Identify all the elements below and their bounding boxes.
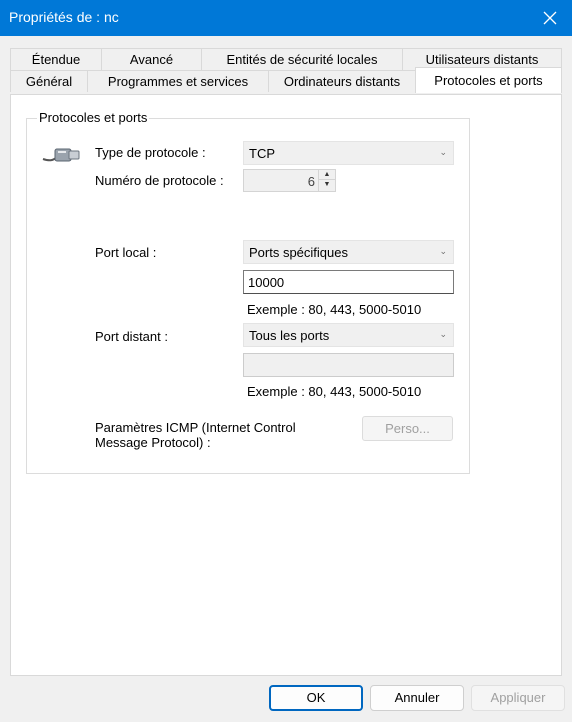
group-title: Protocoles et ports — [37, 110, 150, 125]
tab-protocoles-ports[interactable]: Protocoles et ports — [415, 67, 562, 93]
remote-port-example: Exemple : 80, 443, 5000-5010 — [247, 384, 422, 399]
close-icon — [543, 11, 557, 25]
chevron-down-icon: ⌄ — [439, 246, 447, 256]
icmp-label-line2: Message Protocol) : — [95, 435, 211, 450]
protocol-number-value: 6 — [307, 174, 315, 189]
tab-etendue[interactable]: Étendue — [10, 48, 102, 70]
protocol-type-label: Type de protocole : — [95, 145, 206, 160]
local-port-example: Exemple : 80, 443, 5000-5010 — [247, 302, 422, 317]
tab-programmes-services[interactable]: Programmes et services — [87, 70, 269, 92]
tab-row-bottom: Général Programmes et services Ordinateu… — [0, 67, 572, 93]
remote-port-label: Port distant : — [95, 329, 168, 344]
close-button[interactable] — [528, 0, 572, 36]
icmp-custom-button[interactable]: Perso... — [362, 416, 453, 441]
tab-ordinateurs-distants[interactable]: Ordinateurs distants — [268, 70, 416, 92]
stepper-buttons: ▲ ▼ — [318, 170, 335, 191]
protocol-number-stepper[interactable]: 6 ▲ ▼ — [243, 169, 336, 192]
remote-port-select[interactable]: Tous les ports ⌄ — [243, 323, 454, 347]
ok-button[interactable]: OK — [269, 685, 363, 711]
chevron-down-icon: ⌄ — [439, 147, 447, 157]
chevron-down-icon: ⌄ — [439, 329, 447, 339]
local-port-input[interactable]: 10000 — [243, 270, 454, 294]
local-port-select[interactable]: Ports spécifiques ⌄ — [243, 240, 454, 264]
protocol-number-label: Numéro de protocole : — [95, 173, 224, 188]
protocol-type-select[interactable]: TCP ⌄ — [243, 141, 454, 165]
network-plug-icon — [42, 148, 80, 162]
cancel-button[interactable]: Annuler — [370, 685, 464, 711]
stepper-down-icon[interactable]: ▼ — [319, 180, 335, 190]
remote-port-mode: Tous les ports — [249, 328, 330, 343]
icmp-label-line1: Paramètres ICMP (Internet Control — [95, 420, 296, 435]
protocols-ports-group: Protocoles et ports Type de protocole : … — [26, 110, 470, 474]
tab-avance[interactable]: Avancé — [101, 48, 202, 70]
stepper-up-icon[interactable]: ▲ — [319, 170, 335, 180]
apply-button[interactable]: Appliquer — [471, 685, 565, 711]
tab-general[interactable]: Général — [10, 70, 88, 92]
tab-pane: Protocoles et ports Type de protocole : … — [10, 94, 562, 676]
tab-entites-securite[interactable]: Entités de sécurité locales — [201, 48, 403, 70]
window-title: Propriétés de : nc — [9, 9, 119, 25]
local-port-mode: Ports spécifiques — [249, 245, 348, 260]
dialog-body: Étendue Avancé Entités de sécurité local… — [0, 36, 572, 722]
remote-port-input[interactable] — [243, 353, 454, 377]
local-port-label: Port local : — [95, 245, 157, 260]
protocol-type-value: TCP — [249, 146, 275, 161]
local-port-value: 10000 — [248, 275, 285, 290]
title-bar: Propriétés de : nc — [0, 0, 572, 36]
